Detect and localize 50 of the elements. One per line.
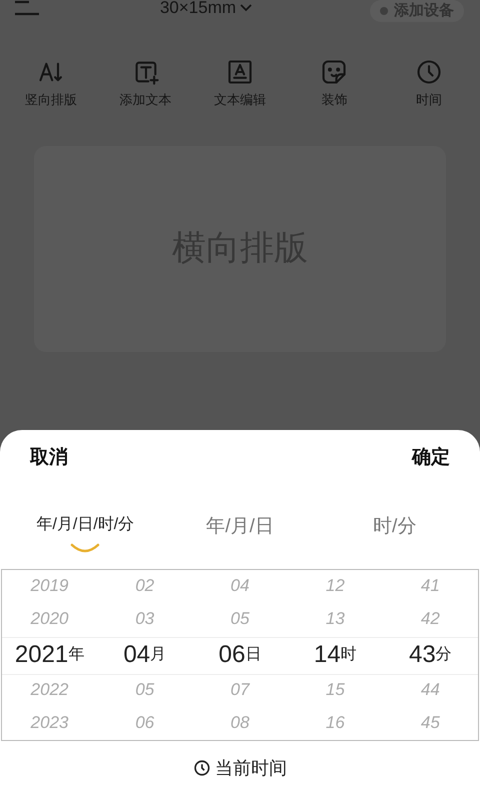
current-time-button[interactable]: 当前时间 <box>193 754 287 782</box>
picker-item[interactable]: 2019 <box>2 570 98 602</box>
picker-item[interactable]: 45 <box>382 706 478 740</box>
label-size-selector[interactable]: 30×15mm <box>160 0 236 18</box>
toolbar-label: 时间 <box>416 91 442 109</box>
menu-icon[interactable] <box>14 0 42 16</box>
picker-item[interactable]: 14时 <box>288 636 383 674</box>
picker-item[interactable]: 05 <box>97 674 192 706</box>
toolbar-button[interactable]: 时间 <box>388 58 469 110</box>
toolbar-label: 装饰 <box>321 91 348 109</box>
text-edit-icon <box>226 58 254 86</box>
picker-item[interactable]: 08 <box>192 706 288 740</box>
picker-item[interactable]: 06 日 <box>192 636 288 674</box>
toolbar-label: 添加文本 <box>120 91 172 109</box>
cancel-button[interactable]: 取消 <box>30 444 68 472</box>
picker-item[interactable]: 12 <box>288 570 383 602</box>
picker-item[interactable]: 41 <box>382 570 478 602</box>
toolbar-button[interactable]: 装饰 <box>294 58 374 110</box>
picker-item[interactable]: 42 <box>382 602 478 636</box>
sticker-icon <box>320 58 348 86</box>
clock-icon <box>414 58 443 86</box>
picker-item[interactable]: 13 <box>288 602 383 636</box>
date-picker[interactable]: 2019 2020 2021年 2022 2023 02 03 04月 05 06 04 05 06 日 07 08 12 13 14时 15 16 41 42 43分 44 45 <box>1 568 479 740</box>
picker-item[interactable]: 2020 <box>2 602 98 636</box>
picker-item[interactable]: 15 <box>288 674 383 706</box>
clock-icon <box>193 759 211 777</box>
picker-item[interactable]: 2022 <box>2 674 98 706</box>
toolbar-button[interactable]: 文本编辑 <box>200 58 280 110</box>
picker-item[interactable]: 2021年 <box>2 636 98 674</box>
tab-indicator-icon <box>70 542 100 552</box>
picker-item[interactable]: 2023 <box>2 706 98 740</box>
toolbar-label: 文本编辑 <box>214 91 266 109</box>
toolbar-button[interactable]: 添加文本 <box>106 58 186 110</box>
picker-item[interactable]: 04 <box>192 570 288 602</box>
picker-item[interactable]: 16 <box>288 706 383 740</box>
format-tab[interactable]: 年/月/日/时/分 <box>8 512 163 562</box>
picker-item[interactable]: 07 <box>192 674 288 706</box>
chevron-down-icon <box>240 4 252 12</box>
format-tab[interactable]: 时/分 <box>317 512 472 562</box>
picker-item[interactable]: 43分 <box>382 636 478 674</box>
picker-item[interactable]: 02 <box>97 570 192 602</box>
format-tab[interactable]: 年/月/日 <box>162 512 318 562</box>
picker-item[interactable]: 44 <box>382 674 478 706</box>
toolbar-label: 竖向排版 <box>25 91 78 109</box>
picker-item[interactable]: 05 <box>192 602 288 636</box>
picker-item[interactable]: 03 <box>97 602 192 636</box>
confirm-button[interactable]: 确定 <box>412 444 450 472</box>
picker-item[interactable]: 04月 <box>97 636 192 674</box>
toolbar-button[interactable]: 竖向排版 <box>11 58 92 110</box>
picker-item[interactable]: 06 <box>97 706 192 740</box>
